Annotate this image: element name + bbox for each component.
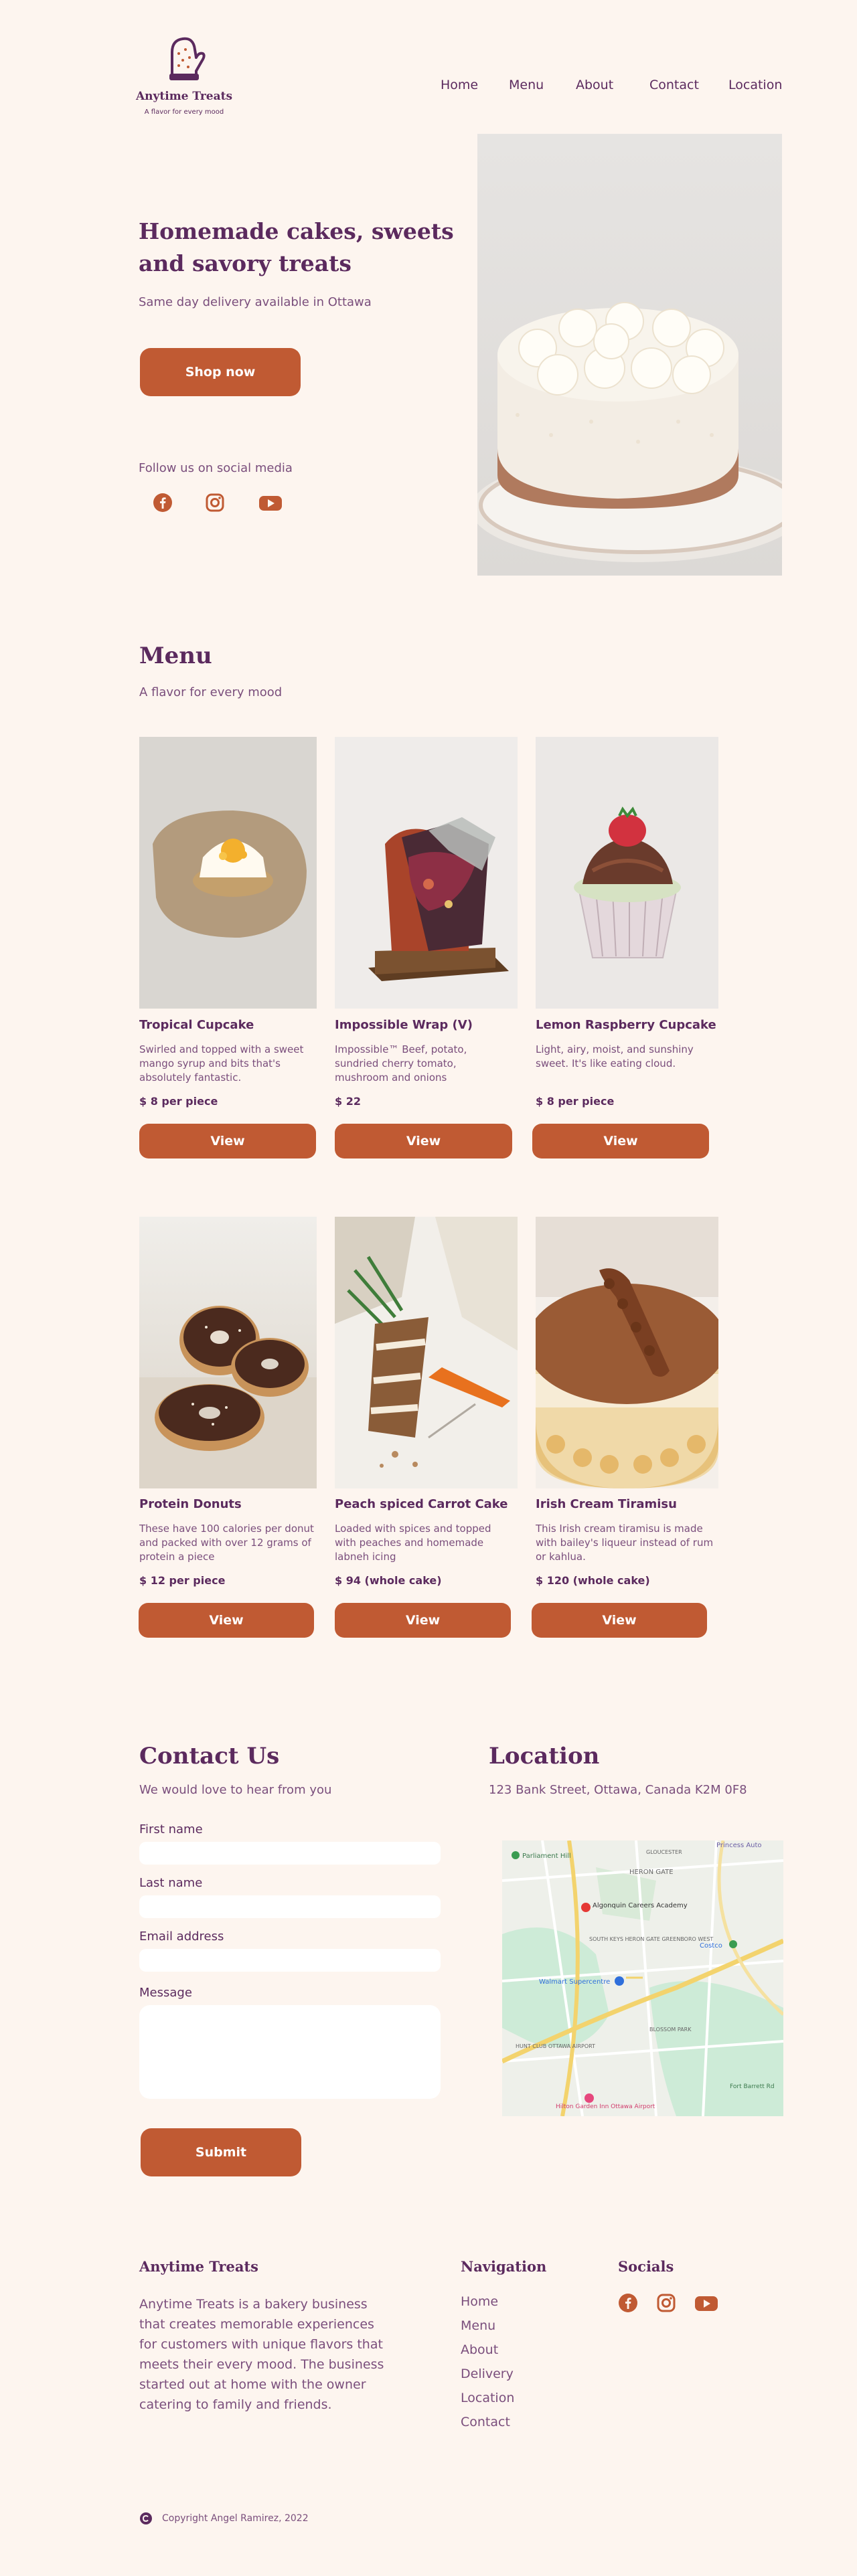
menu-item-desc: Loaded with spices and topped with peach… (335, 1523, 491, 1563)
footer-about-line: Anytime Treats is a bakery business (139, 2297, 368, 2312)
first-name-field[interactable] (139, 1842, 441, 1865)
impossible-wrap-image (335, 737, 518, 1009)
menu-item-name: Protein Donuts (139, 1497, 242, 1511)
footer-about-line: catering to family and friends. (139, 2397, 332, 2412)
menu-item-desc: These have 100 calories per donut and pa… (139, 1523, 314, 1563)
shop-now-button[interactable]: Shop now (140, 348, 301, 396)
map-label: Fort Barrett Rd (730, 2083, 775, 2090)
map-label: Algonquin Careers Academy (593, 1902, 688, 1909)
view-button[interactable]: View (335, 1603, 511, 1638)
email-label: Email address (139, 1929, 224, 1944)
menu-item-price: $ 8 per piece (536, 1095, 615, 1108)
hero-title: Homemade cakes, sweets and savory treats (139, 216, 454, 280)
footer-about-line: meets their every mood. The business (139, 2357, 384, 2372)
menu-title: Menu (139, 642, 212, 669)
footer-about-line: started out at home with the owner (139, 2377, 366, 2392)
contact-title: Contact Us (139, 1743, 280, 1770)
email-field[interactable] (139, 1949, 441, 1972)
copyright-icon (140, 2512, 152, 2524)
message-label: Message (139, 1986, 192, 2000)
brand-name: Anytime Treats (135, 90, 233, 103)
facebook-icon[interactable] (153, 493, 173, 513)
oven-mitt-icon (169, 37, 206, 80)
menu-item-desc: Swirled and topped with a sweet mango sy… (139, 1043, 304, 1084)
view-button[interactable]: View (139, 1124, 316, 1158)
lemon-raspberry-cupcake-image (536, 737, 718, 1009)
footer-about-text: Anytime Treats is a bakery business that… (139, 2294, 420, 2415)
map-label: SOUTH KEYS HERON GATE GREENBORO WEST (589, 1936, 713, 1942)
carrot-cake-image (335, 1217, 518, 1488)
nav-home[interactable]: Home (441, 78, 478, 92)
nav-about[interactable]: About (576, 78, 613, 92)
hero-title-line1: Homemade cakes, sweets (139, 218, 454, 244)
menu-item-desc: Light, airy, moist, and sunshiny sweet. … (536, 1043, 694, 1069)
menu-item-price: $ 22 (335, 1095, 361, 1108)
map-label: Walmart Supercentre (539, 1978, 610, 1986)
submit-button[interactable]: Submit (141, 2128, 301, 2176)
copyright: Copyright Angel Ramirez, 2022 (139, 2512, 309, 2525)
location-map[interactable]: Princess Auto Parliament Hill HERON GATE… (502, 1840, 783, 2116)
footer-link-home[interactable]: Home (461, 2294, 498, 2309)
first-name-label: First name (139, 1822, 203, 1836)
footer-about-line: that creates memorable experiences (139, 2317, 374, 2332)
footer-link-about[interactable]: About (461, 2342, 498, 2357)
menu-item-name: Peach spiced Carrot Cake (335, 1497, 508, 1511)
footer-link-delivery[interactable]: Delivery (461, 2367, 514, 2381)
message-field[interactable] (139, 2005, 441, 2099)
map-label: HERON GATE (629, 1869, 674, 1876)
view-button[interactable]: View (532, 1124, 709, 1158)
map-label: Costco (700, 1942, 722, 1950)
menu-item-desc: Impossible™ Beef, potato, sundried cherr… (335, 1043, 467, 1084)
tiramisu-image (536, 1217, 718, 1488)
footer-link-contact[interactable]: Contact (461, 2415, 510, 2429)
footer-link-location[interactable]: Location (461, 2391, 514, 2405)
contact-subtitle: We would love to hear from you (139, 1783, 332, 1797)
last-name-label: Last name (139, 1876, 203, 1890)
menu-item-price: $ 120 (whole cake) (536, 1574, 650, 1587)
nav-location[interactable]: Location (728, 78, 782, 92)
map-label: BLOSSOM PARK (649, 2027, 692, 2033)
menu-item-price: $ 12 per piece (139, 1574, 226, 1587)
hero-subtitle: Same day delivery available in Ottawa (139, 295, 372, 309)
menu-item-price: $ 8 per piece (139, 1095, 218, 1108)
menu-item-price: $ 94 (whole cake) (335, 1574, 442, 1587)
instagram-icon[interactable] (205, 493, 225, 513)
menu-subtitle: A flavor for every mood (139, 685, 283, 699)
youtube-icon[interactable] (258, 493, 283, 513)
location-title: Location (489, 1743, 600, 1770)
menu-item-name: Impossible Wrap (V) (335, 1018, 473, 1032)
map-label: GLOUCESTER (646, 1849, 682, 1855)
map-label: HUNT CLUB OTTAWA AIRPORT (516, 2043, 595, 2049)
view-button[interactable]: View (532, 1603, 707, 1638)
menu-item-name: Tropical Cupcake (139, 1018, 254, 1032)
facebook-icon[interactable] (618, 2293, 638, 2313)
footer-about-title: Anytime Treats (139, 2258, 258, 2275)
menu-item-desc: This Irish cream tiramisu is made with b… (536, 1523, 714, 1563)
nav-menu[interactable]: Menu (509, 78, 544, 92)
map-label: Parliament Hill (522, 1853, 571, 1860)
location-address: 123 Bank Street, Ottawa, Canada K2M 0F8 (489, 1783, 747, 1797)
footer-about-line: for customers with unique flavors that (139, 2337, 383, 2352)
hero-cake-image (477, 134, 782, 576)
map-label: Hilton Garden Inn Ottawa Airport (556, 2103, 655, 2110)
youtube-icon[interactable] (694, 2293, 718, 2313)
view-button[interactable]: View (139, 1603, 314, 1638)
nav-contact[interactable]: Contact (649, 78, 699, 92)
tropical-cupcake-image (139, 737, 317, 1009)
menu-item-name: Irish Cream Tiramisu (536, 1497, 677, 1511)
protein-donuts-image (139, 1217, 317, 1488)
hero-title-line2: and savory treats (139, 250, 352, 276)
menu-item-name: Lemon Raspberry Cupcake (536, 1018, 716, 1032)
footer-socials-title: Socials (618, 2258, 674, 2275)
last-name-field[interactable] (139, 1895, 441, 1918)
brand-tagline: A flavor for every mood (144, 108, 224, 116)
map-label: Princess Auto (716, 1842, 762, 1849)
social-label: Follow us on social media (139, 461, 293, 475)
view-button[interactable]: View (335, 1124, 512, 1158)
instagram-icon[interactable] (656, 2293, 676, 2313)
footer-nav-title: Navigation (461, 2258, 547, 2275)
logo[interactable]: Anytime Treats A flavor for every mood (134, 33, 234, 120)
copyright-text: Copyright Angel Ramirez, 2022 (162, 2513, 309, 2524)
footer-link-menu[interactable]: Menu (461, 2318, 495, 2333)
